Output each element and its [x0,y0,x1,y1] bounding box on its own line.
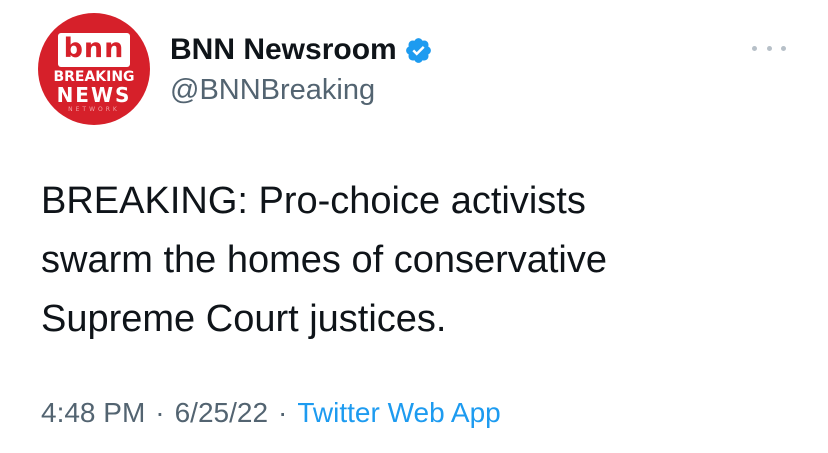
logo-news-text: NEWS [56,83,132,107]
tweet-text: BREAKING: Pro-choice activists swarm the… [41,180,608,340]
tweet-date[interactable]: 6/25/22 [175,397,268,428]
user-handle[interactable]: @BNNBreaking [170,72,375,108]
logo-text: bnn [63,33,125,64]
tweet-meta: 4:48 PM · 6/25/22 · Twitter Web App [41,393,501,433]
meta-separator: · [155,397,165,428]
more-options-icon[interactable] [752,38,786,58]
more-dot [766,45,772,51]
tweet-source-link[interactable]: Twitter Web App [297,397,500,428]
more-dot [781,45,786,51]
logo-network-text: NETWORK [68,106,120,113]
verified-badge-icon [405,37,431,63]
display-name[interactable]: BNN Newsroom [170,32,397,68]
avatar[interactable]: bnn BREAKING NEWS NETWORK [38,13,150,125]
tweet-time[interactable]: 4:48 PM [41,397,145,428]
bnn-logo: bnn [58,33,130,67]
author-name-row: BNN Newsroom [170,30,433,70]
meta-separator: · [278,397,288,428]
more-dot [752,45,757,51]
